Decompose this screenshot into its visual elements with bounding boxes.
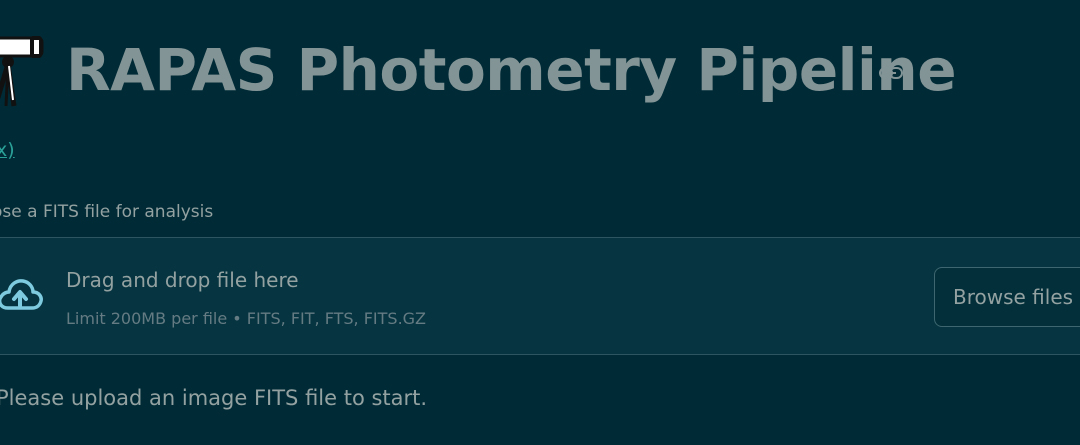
browse-files-button[interactable]: Browse files xyxy=(934,267,1080,327)
file-uploader-label: ose a FITS file for analysis xyxy=(0,202,214,222)
source-link[interactable]: x) xyxy=(0,139,15,161)
dropzone-limit-text: Limit 200MB per file • FITS, FIT, FTS, F… xyxy=(66,309,427,328)
page-title: RAPAS Photometry Pipeline xyxy=(66,36,957,104)
info-message: Please upload an image FITS file to star… xyxy=(0,386,428,410)
link-icon[interactable] xyxy=(878,63,906,83)
file-dropzone[interactable] xyxy=(0,237,1080,355)
telescope-icon xyxy=(0,34,50,110)
dropzone-instructions: Drag and drop file here xyxy=(66,268,299,292)
cloud-upload-icon xyxy=(0,274,44,318)
app-page: RAPAS Photometry Pipeline x) ose a FITS … xyxy=(0,0,1080,445)
